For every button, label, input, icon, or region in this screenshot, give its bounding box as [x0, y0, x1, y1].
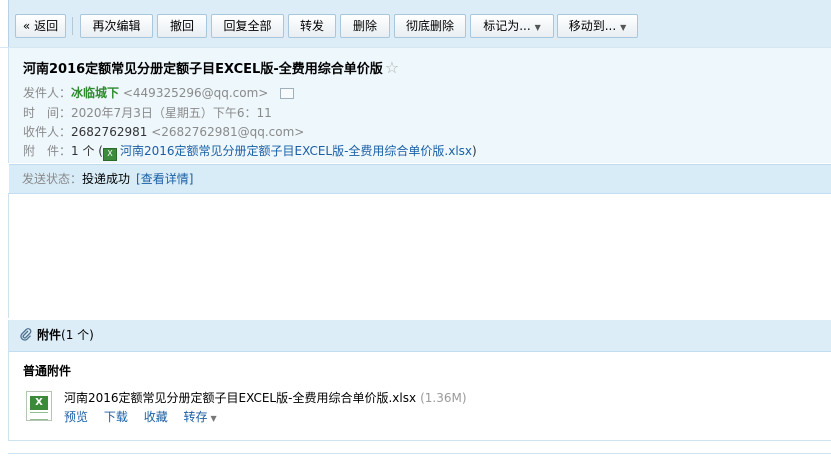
recipient-row: 收件人：2682762981 <2682762981@qq.com> — [23, 123, 304, 140]
attachment-count: 1 个 ( — [71, 144, 103, 158]
attachments-title: 附件(1 个) — [37, 320, 94, 351]
attachments-count: (1 个) — [61, 328, 94, 342]
recipient-address: <2682762981@qq.com> — [151, 125, 305, 139]
star-icon[interactable]: ☆ — [385, 58, 399, 77]
download-link[interactable]: 下载 — [104, 410, 128, 424]
attachment-file-name-text: 河南2016定额常见分册定额子目EXCEL版-全费用综合单价版.xlsx — [64, 391, 417, 405]
collect-link[interactable]: 收藏 — [144, 410, 168, 424]
save-to-label: 转存 — [183, 410, 208, 424]
attachment-link[interactable]: 河南2016定额常见分册定额子目EXCEL版-全费用综合单价版.xlsx — [120, 144, 472, 158]
chevron-down-icon: ▼ — [534, 23, 541, 32]
time-label: 时 间： — [23, 106, 72, 120]
email-header: 河南2016定额常见分册定额子目EXCEL版-全费用综合单价版 ☆ 发件人：冰临城… — [8, 48, 831, 194]
bottom-divider — [8, 453, 831, 454]
status-value: 投递成功 — [82, 172, 131, 186]
email-body-edge — [8, 193, 9, 318]
attachment-file-size: (1.36M) — [420, 391, 467, 405]
move-to-dropdown[interactable]: 移动到... ▼ — [557, 14, 638, 38]
attachment-close-paren: ) — [472, 144, 477, 158]
sender-address: <449325296@qq.com> — [122, 86, 269, 100]
attachments-title-text: 附件 — [37, 328, 62, 342]
recipient-name[interactable]: 2682762981 — [71, 125, 147, 139]
attachments-panel: 附件(1 个) 普通附件 X 河南2016定额常见分册定额子目EXCEL版-全费… — [8, 320, 831, 441]
attachments-header: 附件(1 个) — [9, 320, 831, 352]
file-lines-decoration — [30, 412, 48, 420]
save-to-dropdown[interactable]: 转存 ▼ — [184, 410, 217, 424]
excel-file-icon: X — [26, 391, 52, 421]
time-row: 时 间：2020年7月3日（星期五）下午6：11 — [23, 104, 272, 121]
attachment-row: 附 件：1 个 (X 河南2016定额常见分册定额子目EXCEL版-全费用综合单价… — [23, 142, 477, 161]
sender-row: 发件人：冰临城下 <449325296@qq.com> — [23, 84, 295, 101]
toolbar: « 返回 再次编辑 撤回 回复全部 转发 删除 彻底删除 标记为... ▼ 移动到… — [0, 0, 831, 48]
email-subject: 河南2016定额常见分册定额子目EXCEL版-全费用综合单价版 ☆ — [23, 58, 399, 77]
back-button[interactable]: « 返回 — [15, 14, 66, 38]
attachment-label: 附 件： — [23, 144, 72, 158]
forward-button[interactable]: 转发 — [288, 14, 336, 38]
move-to-label: 移动到... — [568, 19, 617, 33]
excel-file-icon: X — [102, 148, 117, 161]
reedit-button[interactable]: 再次编辑 — [80, 14, 153, 38]
paperclip-icon — [20, 328, 32, 341]
mark-as-dropdown[interactable]: 标记为... ▼ — [470, 14, 554, 38]
status-details-link[interactable]: [查看详情] — [136, 172, 193, 186]
preview-link[interactable]: 预览 — [64, 410, 88, 424]
chevron-down-icon: ▼ — [210, 414, 217, 423]
excel-x-glyph: X — [30, 396, 48, 410]
attachment-actions: 预览 下载 收藏 转存 ▼ — [64, 408, 217, 425]
delete-button[interactable]: 删除 — [340, 14, 390, 38]
attachment-type-label: 普通附件 — [23, 364, 72, 378]
recipient-label: 收件人： — [23, 125, 72, 139]
sender-name[interactable]: 冰临城下 — [71, 86, 119, 100]
time-value: 2020年7月3日（星期五）下午6：11 — [71, 106, 272, 120]
contact-card-icon[interactable] — [280, 88, 295, 99]
delivery-status-bar: 发送状态：投递成功 [查看详情] — [9, 164, 831, 194]
status-label: 发送状态： — [22, 172, 83, 186]
permanent-delete-button[interactable]: 彻底删除 — [394, 14, 466, 38]
sender-label: 发件人： — [23, 86, 72, 100]
attachment-file-name: 河南2016定额常见分册定额子目EXCEL版-全费用综合单价版.xlsx (1.3… — [64, 389, 467, 406]
withdraw-button[interactable]: 撤回 — [157, 14, 207, 38]
toolbar-separator — [72, 17, 73, 35]
subject-text: 河南2016定额常见分册定额子目EXCEL版-全费用综合单价版 — [23, 62, 383, 77]
chevron-down-icon: ▼ — [620, 23, 627, 32]
mark-as-label: 标记为... — [483, 19, 531, 33]
reply-all-button[interactable]: 回复全部 — [211, 14, 284, 38]
